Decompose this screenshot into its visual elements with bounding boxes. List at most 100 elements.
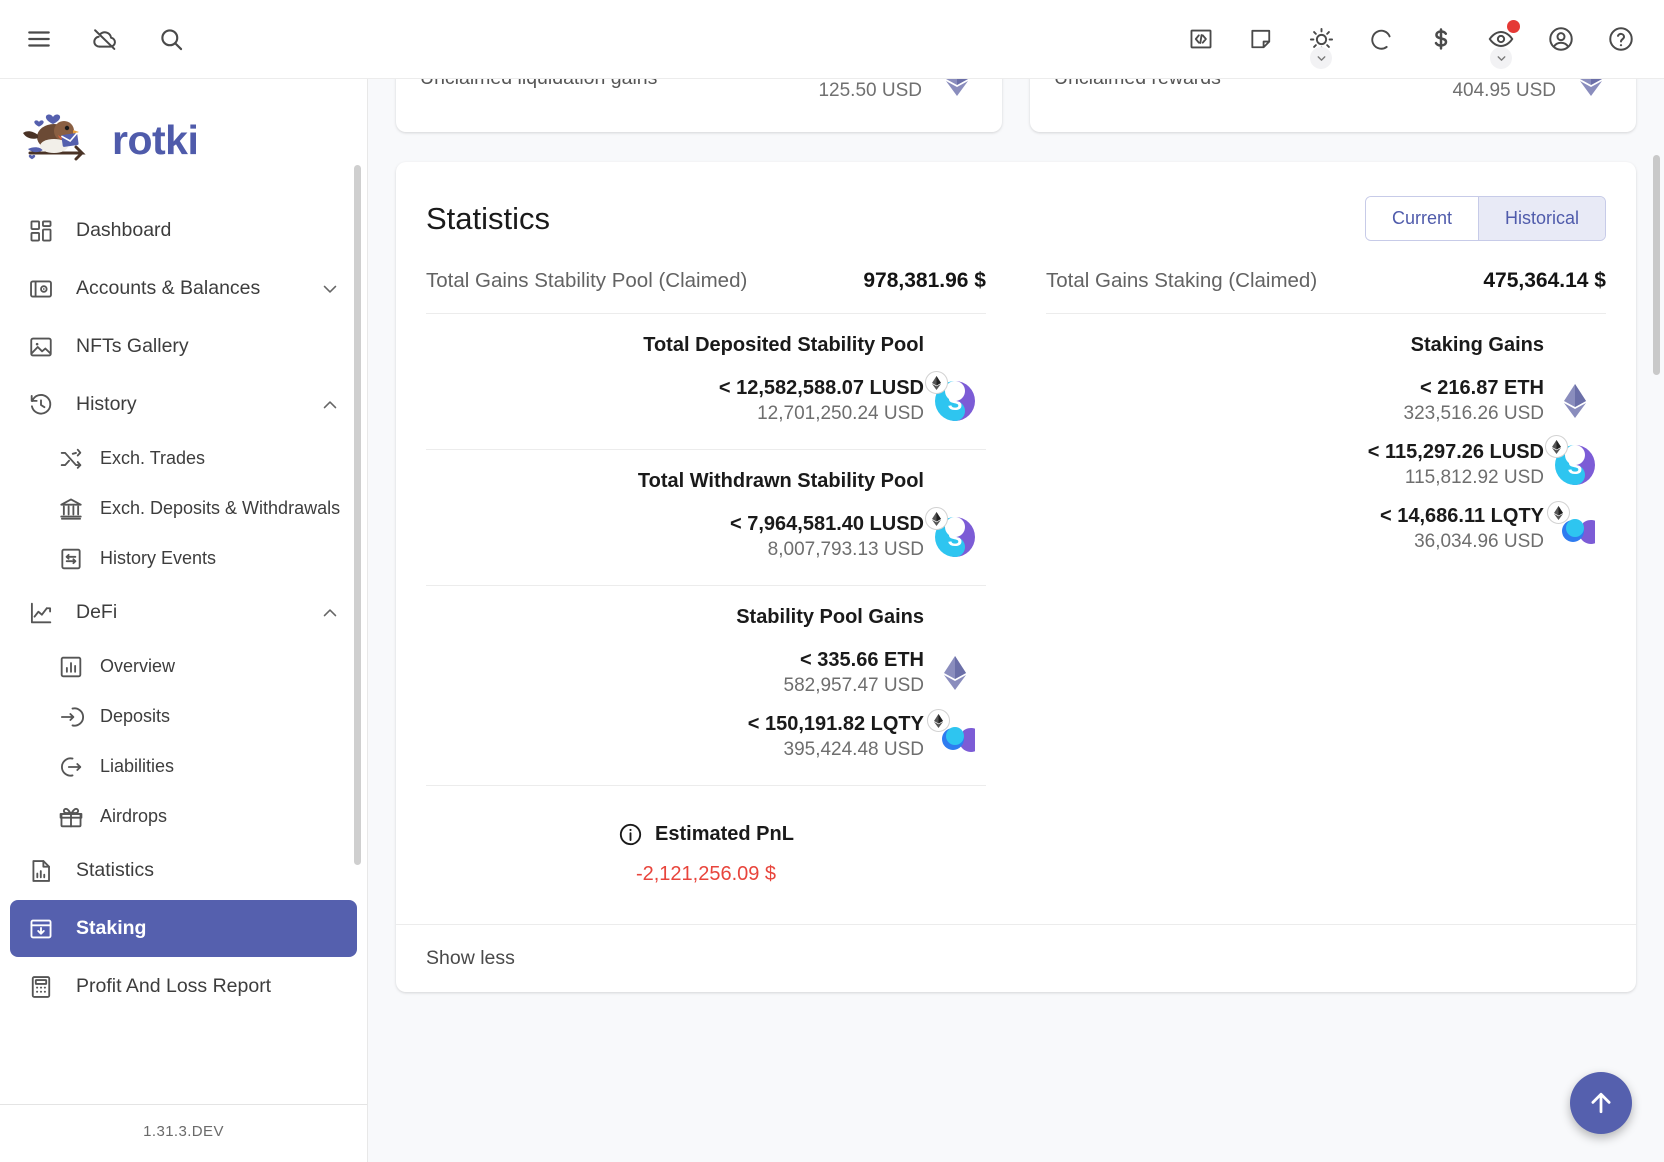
- row-usd-value: 404.95 USD: [1452, 80, 1556, 101]
- sidebar-item-label: Statistics: [76, 859, 155, 881]
- column-header-value: 978,381.96 $: [863, 269, 986, 292]
- top-bar-right-group: [1180, 18, 1642, 69]
- sidebar-item-deposits[interactable]: Deposits: [10, 692, 357, 741]
- statistics-doc-icon: [26, 856, 56, 886]
- sidebar-item-label: Exch. Deposits & Withdrawals: [100, 498, 341, 518]
- entry-amount: < 12,582,588.07 LUSD: [718, 377, 924, 399]
- statistics-card: Statistics Current Historical Total Gain…: [396, 162, 1636, 992]
- eth-chain-badge-icon: [1545, 435, 1568, 458]
- code-icon[interactable]: [1180, 18, 1222, 60]
- help-circle-icon[interactable]: [1600, 18, 1642, 60]
- cloud-off-icon[interactable]: [84, 18, 126, 60]
- scroll-to-top-button[interactable]: [1570, 1072, 1632, 1134]
- list-item: < 12,582,588.07 LUSD 12,701,250.24 USD S: [426, 369, 986, 433]
- row-label: Unclaimed rewards: [1054, 79, 1452, 90]
- sidebar-item-history-events[interactable]: History Events: [10, 534, 357, 583]
- hamburger-menu-icon[interactable]: [18, 18, 60, 60]
- currency-dollar-icon[interactable]: [1420, 18, 1462, 60]
- sidebar-item-defi[interactable]: DeFi: [10, 584, 357, 641]
- tab-current[interactable]: Current: [1365, 197, 1478, 240]
- sidebar-item-label: History Events: [100, 548, 217, 568]
- section-total-withdrawn: Total Withdrawn Stability Pool < 7,964,5…: [426, 449, 986, 585]
- theme-chevron-down-icon[interactable]: [1310, 47, 1332, 69]
- sidebar-item-liabilities[interactable]: Liabilities: [10, 742, 357, 791]
- entry-amount: < 216.87 ETH: [1420, 377, 1544, 399]
- section-title: Total Deposited Stability Pool: [643, 334, 924, 356]
- sidebar-item-exch-trades[interactable]: Exch. Trades: [10, 434, 357, 483]
- row-usd-value: 125.50 USD: [818, 80, 922, 101]
- svg-text:S: S: [1568, 454, 1583, 479]
- stability-pool-summary-card: Unclaimed Rewards 10,406.22 USD S: [396, 79, 1002, 132]
- top-bar: [0, 0, 1664, 79]
- info-circle-icon[interactable]: [618, 822, 643, 847]
- statistics-columns: Total Gains Stability Pool (Claimed) 978…: [426, 259, 1606, 916]
- sidebar-item-label: Deposits: [100, 706, 171, 726]
- column-header: Total Gains Stability Pool (Claimed) 978…: [426, 259, 986, 313]
- history-clock-icon: [26, 390, 56, 420]
- list-item: < 335.66 ETH 582,957.47 USD: [426, 641, 986, 705]
- entry-values: < 7,964,581.40 LUSD 8,007,793.13 USD: [730, 513, 924, 561]
- sidebar-item-profit-and-loss-report[interactable]: Profit And Loss Report: [10, 958, 357, 1015]
- chevron-up-icon[interactable]: [319, 602, 341, 624]
- column-header-value: 475,364.14 $: [1483, 269, 1606, 292]
- sidebar-item-staking[interactable]: Staking: [10, 900, 357, 957]
- arrow-out-circle-icon: [58, 754, 84, 780]
- entry-usd-value: 395,424.48 USD: [783, 739, 925, 760]
- sidebar-item-history[interactable]: History: [10, 376, 357, 433]
- lqty-token-icon: [924, 709, 986, 757]
- entry-values: < 14,686.11 LQTY 36,034.96 USD: [1380, 505, 1544, 553]
- arrow-in-circle-icon: [58, 704, 84, 730]
- sidebar-item-label: DeFi: [76, 601, 118, 623]
- chevron-up-icon[interactable]: [319, 394, 341, 416]
- brand-logo-area[interactable]: rotki: [0, 85, 367, 201]
- eth-chain-badge-icon: [925, 507, 948, 530]
- brand-name: rotki: [112, 116, 199, 163]
- sidebar-item-label: Exch. Trades: [100, 448, 206, 468]
- theme-brightness-icon[interactable]: [1300, 18, 1342, 69]
- sidebar-item-label: Staking: [76, 917, 147, 939]
- column-header-label: Total Gains Stability Pool (Claimed): [426, 269, 748, 292]
- account-circle-icon[interactable]: [1540, 18, 1582, 60]
- eth-token-icon: [924, 656, 986, 690]
- show-less-link[interactable]: Show less: [396, 924, 1636, 992]
- privacy-eye-icon[interactable]: [1480, 18, 1522, 69]
- estimated-pnl-block: Estimated PnL -2,121,256.09 $: [426, 806, 986, 896]
- eth-token-icon: [936, 79, 978, 96]
- estimated-pnl-label: Estimated PnL: [655, 823, 794, 845]
- sidebar-item-exch-deposits-withdrawals[interactable]: Exch. Deposits & Withdrawals: [10, 484, 357, 533]
- statistics-mode-toggle: Current Historical: [1364, 196, 1606, 241]
- sidebar-item-overview[interactable]: Overview: [10, 642, 357, 691]
- section-title: Staking Gains: [1410, 334, 1544, 356]
- wallet-icon: [26, 274, 56, 304]
- sidebar-item-label: NFTs Gallery: [76, 335, 189, 357]
- app-root: rotki Dashboard Accounts & Balances NFTs G…: [0, 0, 1664, 1162]
- staking-column: Total Gains Staking (Claimed) 475,364.14…: [1016, 259, 1606, 916]
- sidebar-item-statistics[interactable]: Statistics: [10, 842, 357, 899]
- chevron-down-icon[interactable]: [319, 278, 341, 300]
- sidebar-item-nfts-gallery[interactable]: NFTs Gallery: [10, 318, 357, 375]
- entry-values: < 150,191.82 LQTY 395,424.48 USD: [748, 713, 924, 761]
- sidebar-scrollbar[interactable]: [354, 165, 361, 865]
- svg-text:S: S: [948, 526, 963, 551]
- sidebar-item-airdrops[interactable]: Airdrops: [10, 792, 357, 841]
- section-title: Total Withdrawn Stability Pool: [637, 470, 924, 492]
- search-icon[interactable]: [150, 18, 192, 60]
- column-header: Total Gains Staking (Claimed) 475,364.14…: [1046, 259, 1606, 313]
- section-stability-pool-gains: Stability Pool Gains < 335.66 ETH 582,95…: [426, 585, 986, 785]
- sidebar-item-accounts-balances[interactable]: Accounts & Balances: [10, 260, 357, 317]
- tab-historical[interactable]: Historical: [1477, 197, 1605, 240]
- shuffle-icon: [58, 446, 84, 472]
- privacy-chevron-down-icon[interactable]: [1490, 47, 1512, 69]
- entry-amount: < 150,191.82 LQTY: [747, 713, 924, 735]
- eth-token-icon: [1544, 384, 1606, 418]
- refresh-spinner-icon[interactable]: [1360, 18, 1402, 60]
- entry-usd-value: 36,034.96 USD: [1414, 531, 1544, 552]
- note-icon[interactable]: [1240, 18, 1282, 60]
- main-scrollbar[interactable]: [1653, 155, 1660, 375]
- entry-usd-value: 115,812.92 USD: [1404, 467, 1544, 488]
- rotki-bird-logo-icon: [23, 114, 86, 161]
- row-label: Unclaimed liquidation gains: [420, 79, 818, 90]
- sidebar-item-dashboard[interactable]: Dashboard: [10, 202, 357, 259]
- sidebar-item-label: Accounts & Balances: [76, 277, 261, 299]
- entry-values: < 115,297.26 LUSD 115,812.92 USD: [1368, 441, 1544, 489]
